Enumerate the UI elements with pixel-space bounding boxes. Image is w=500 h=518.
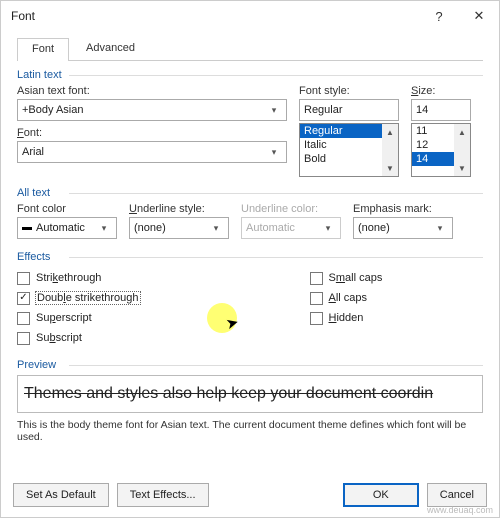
chevron-down-icon: ▾ (320, 223, 336, 234)
size-input[interactable]: 14 (411, 99, 471, 121)
size-label: Size: (411, 85, 471, 97)
all-caps-label: All caps (329, 292, 368, 304)
section-all-text: All text (17, 187, 483, 199)
tab-advanced[interactable]: Advanced (71, 37, 150, 60)
section-effects: Effects (17, 251, 483, 263)
scroll-up-icon[interactable]: ▲ (454, 124, 470, 140)
preview-box: Themes and styles also help keep your do… (17, 375, 483, 413)
font-label: Font: (17, 127, 287, 139)
small-caps-checkbox[interactable] (310, 272, 323, 285)
scroll-down-icon[interactable]: ▼ (454, 160, 470, 176)
font-style-label: Font style: (299, 85, 399, 97)
list-item[interactable]: Bold (300, 152, 382, 166)
small-caps-label: Small caps (329, 272, 383, 284)
underline-style-label: Underline style: (129, 203, 229, 215)
scrollbar-track[interactable] (454, 140, 470, 160)
double-strikethrough-checkbox[interactable] (17, 292, 30, 305)
dialog-title: Font (11, 9, 419, 23)
ok-button[interactable]: OK (343, 483, 419, 507)
section-latin-text: Latin text (17, 69, 483, 81)
cancel-button[interactable]: Cancel (427, 483, 487, 507)
scrollbar-track[interactable] (382, 140, 398, 160)
chevron-down-icon: ▾ (432, 223, 448, 234)
list-item[interactable]: Regular (300, 124, 382, 138)
close-button[interactable]: ✕ (459, 1, 499, 31)
chevron-down-icon: ▾ (96, 223, 112, 234)
font-style-input[interactable]: Regular (299, 99, 399, 121)
asian-font-select[interactable]: +Body Asian ▾ (17, 99, 287, 121)
size-listbox[interactable]: 11 12 14 ▲ ▼ (411, 123, 471, 177)
watermark: www.deuaq.com (427, 505, 493, 515)
asian-font-label: Asian text font: (17, 85, 287, 97)
list-item[interactable]: 14 (412, 152, 454, 166)
underline-color-label: Underline color: (241, 203, 341, 215)
list-item[interactable]: 11 (412, 124, 454, 138)
subscript-label: Subscript (36, 332, 82, 344)
underline-color-select: Automatic ▾ (241, 217, 341, 239)
preview-note: This is the body theme font for Asian te… (17, 419, 483, 443)
chevron-down-icon: ▾ (208, 223, 224, 234)
scroll-down-icon[interactable]: ▼ (382, 160, 398, 176)
strikethrough-checkbox[interactable] (17, 272, 30, 285)
double-strikethrough-label: Double strikethrough (36, 292, 140, 304)
emphasis-mark-select[interactable]: (none) ▾ (353, 217, 453, 239)
font-color-label: Font color (17, 203, 117, 215)
superscript-checkbox[interactable] (17, 312, 30, 325)
list-item[interactable]: 12 (412, 138, 454, 152)
chevron-down-icon: ▾ (266, 147, 282, 158)
strikethrough-label: Strikethrough (36, 272, 101, 284)
hidden-checkbox[interactable] (310, 312, 323, 325)
font-select[interactable]: Arial ▾ (17, 141, 287, 163)
preview-text: Themes and styles also help keep your do… (24, 385, 433, 403)
all-caps-checkbox[interactable] (310, 292, 323, 305)
set-as-default-button[interactable]: Set As Default (13, 483, 109, 507)
hidden-label: Hidden (329, 312, 364, 324)
scroll-up-icon[interactable]: ▲ (382, 124, 398, 140)
subscript-checkbox[interactable] (17, 332, 30, 345)
tab-font[interactable]: Font (17, 38, 69, 61)
superscript-label: Superscript (36, 312, 92, 324)
font-style-listbox[interactable]: Regular Italic Bold ▲ ▼ (299, 123, 399, 177)
font-color-select[interactable]: Automatic ▾ (17, 217, 117, 239)
section-preview: Preview (17, 359, 483, 371)
chevron-down-icon: ▾ (266, 105, 282, 116)
emphasis-mark-label: Emphasis mark: (353, 203, 453, 215)
help-button[interactable]: ? (419, 1, 459, 31)
text-effects-button[interactable]: Text Effects... (117, 483, 209, 507)
underline-style-select[interactable]: (none) ▾ (129, 217, 229, 239)
list-item[interactable]: Italic (300, 138, 382, 152)
